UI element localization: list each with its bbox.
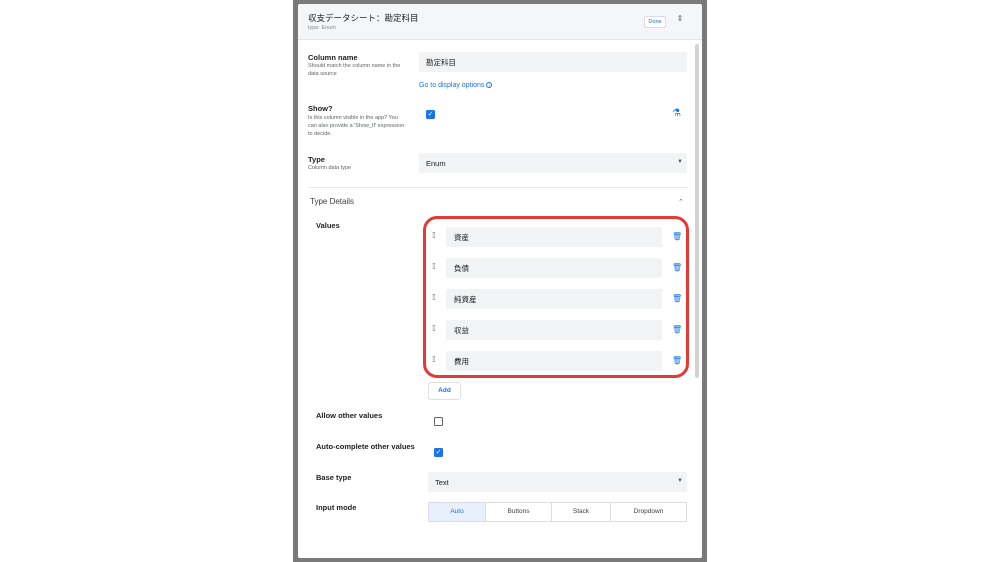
allow-other-label: Allow other values bbox=[316, 411, 383, 420]
autocomplete-label: Auto-complete other values bbox=[316, 442, 415, 451]
panel-header: 収支データシート：勘定科目 type: Enum Done ⇕ bbox=[298, 4, 702, 40]
info-icon: i bbox=[486, 82, 493, 89]
base-type-select[interactable]: Text bbox=[428, 472, 687, 492]
show-hint: Is this column visible in the app? You c… bbox=[308, 115, 405, 137]
input-mode-auto[interactable]: Auto bbox=[428, 502, 486, 522]
allow-other-checkbox[interactable] bbox=[434, 417, 443, 426]
expand-toggle-icon[interactable]: ⇕ bbox=[676, 15, 684, 23]
type-select-value: Enum bbox=[426, 158, 446, 168]
base-type-select-value: Text bbox=[435, 477, 449, 487]
type-dropdown-icon: ▼ bbox=[677, 159, 683, 165]
base-type-dropdown-icon: ▼ bbox=[677, 478, 683, 484]
panel-title: 収支データシート：勘定科目 bbox=[308, 13, 419, 23]
scrollbar[interactable] bbox=[694, 40, 700, 558]
input-mode-dropdown[interactable]: Dropdown bbox=[610, 502, 687, 522]
add-value-button[interactable]: Add bbox=[428, 382, 461, 400]
scrollbar-thumb[interactable] bbox=[695, 44, 699, 378]
flask-icon[interactable]: ⚗ bbox=[672, 108, 681, 119]
input-mode-stack[interactable]: Stack bbox=[551, 502, 611, 522]
panel-subtitle: type: Enum bbox=[308, 25, 336, 31]
chevron-up-icon[interactable]: ⌃ bbox=[678, 198, 684, 206]
column-name-hint: Should match the column name in the data… bbox=[308, 63, 401, 77]
section-divider bbox=[308, 187, 688, 188]
column-name-input[interactable]: 勘定科目 bbox=[419, 52, 687, 72]
type-label: Type bbox=[308, 155, 325, 164]
display-options-link-text: Go to display options bbox=[419, 82, 485, 89]
autocomplete-checkbox[interactable]: ✓ bbox=[434, 448, 443, 457]
show-label: Show? bbox=[308, 104, 333, 113]
values-label: Values bbox=[316, 221, 340, 230]
values-highlight-annotation bbox=[423, 216, 689, 378]
column-editor-panel: 収支データシート：勘定科目 type: Enum Done ⇕ Column n… bbox=[298, 4, 702, 558]
show-checkbox[interactable]: ✓ bbox=[426, 110, 435, 119]
base-type-label: Base type bbox=[316, 473, 352, 482]
type-details-title: Type Details bbox=[310, 197, 355, 206]
type-hint: Column data type bbox=[308, 165, 352, 171]
done-button[interactable]: Done bbox=[644, 16, 666, 28]
type-select[interactable]: Enum bbox=[419, 153, 687, 173]
input-mode-buttons[interactable]: Buttons bbox=[485, 502, 552, 522]
display-options-link[interactable]: Go to display options i bbox=[419, 82, 493, 89]
input-mode-label: Input mode bbox=[316, 503, 357, 512]
column-name-label: Column name bbox=[308, 53, 358, 62]
